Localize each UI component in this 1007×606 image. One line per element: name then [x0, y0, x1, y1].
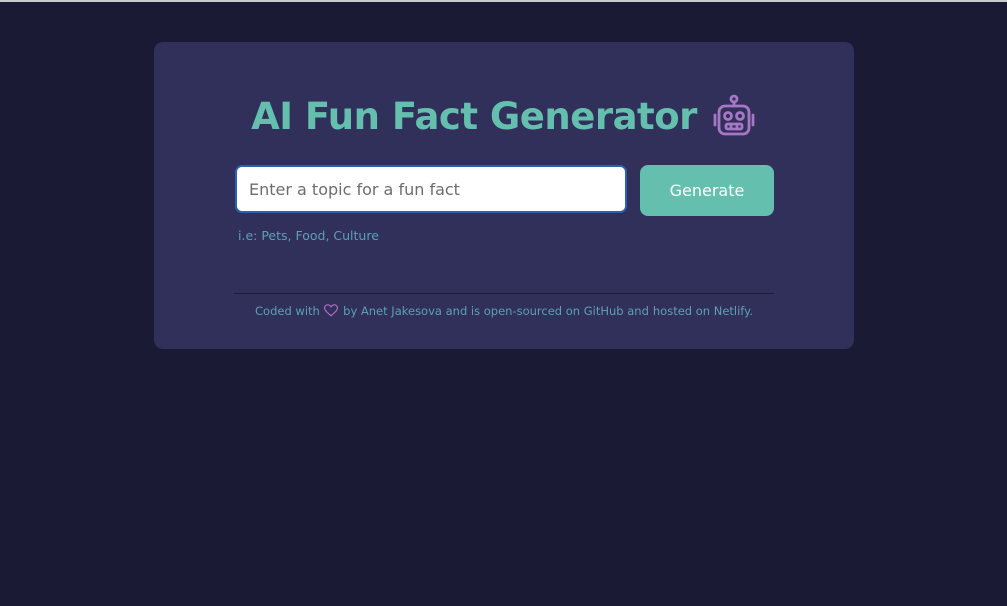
netlify-link[interactable]: hosted on Netlify — [653, 304, 749, 318]
generator-card: AI Fun Fact Generator Generate i.e: Pets… — [154, 42, 854, 349]
footer-end: . — [749, 304, 753, 318]
github-link[interactable]: open-sourced on GitHub — [484, 304, 624, 318]
footer-coded-with: Coded with — [255, 304, 320, 318]
footer-middle: and is — [445, 304, 481, 318]
robot-icon — [713, 94, 755, 136]
page-title: AI Fun Fact Generator — [251, 94, 697, 138]
footer-and: and — [627, 304, 649, 318]
topic-input[interactable] — [235, 165, 627, 213]
author-link[interactable]: Anet Jakesova — [361, 304, 442, 318]
topic-form: Generate — [234, 164, 774, 218]
title-row: AI Fun Fact Generator — [154, 88, 854, 144]
top-edge-line — [0, 0, 1007, 2]
topic-hint: i.e: Pets, Food, Culture — [238, 228, 379, 243]
heart-icon — [324, 304, 339, 317]
generate-button[interactable]: Generate — [640, 165, 774, 216]
footer-credits: Coded with by Anet Jakesova and is open-… — [154, 304, 854, 318]
footer-divider — [234, 293, 774, 294]
footer-by: by — [343, 304, 358, 318]
